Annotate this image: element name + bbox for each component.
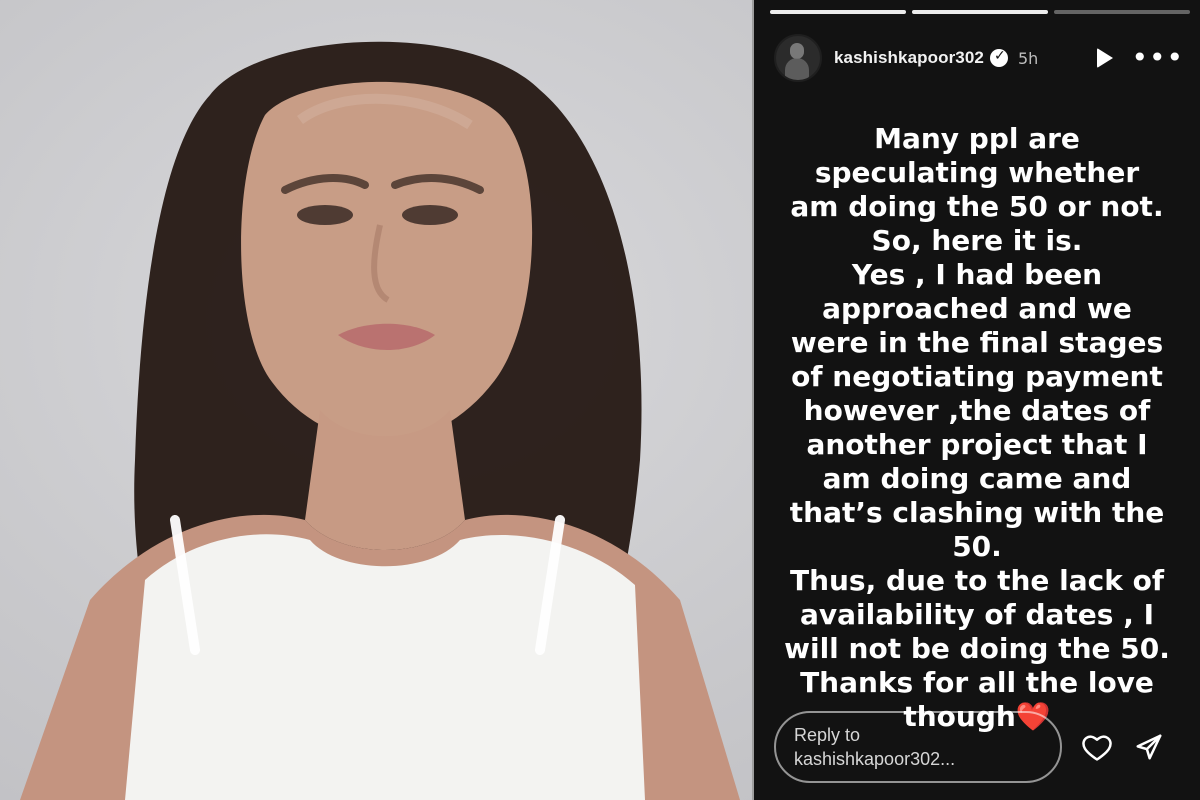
profile-avatar[interactable] (774, 34, 822, 82)
story-panel: kashishkapoor302 5h ••• Many ppl are spe… (754, 0, 1200, 800)
progress-segment-3 (1054, 10, 1190, 14)
story-footer: Reply to kashishkapoor302... (774, 710, 1184, 784)
like-button[interactable] (1080, 730, 1114, 764)
story-progress (770, 10, 1190, 14)
progress-segment-2 (912, 10, 1048, 14)
story-header: kashishkapoor302 5h ••• (774, 34, 1184, 82)
story-text: Many ppl are speculating whether am doin… (778, 88, 1176, 733)
username[interactable]: kashishkapoor302 (834, 48, 984, 68)
reply-input[interactable]: Reply to kashishkapoor302... (774, 711, 1062, 783)
portrait-illustration (20, 41, 740, 800)
send-icon (1136, 734, 1162, 760)
reply-placeholder-line2: kashishkapoor302... (794, 749, 956, 769)
story-message: Many ppl are speculating whether am doin… (784, 122, 1170, 733)
play-icon[interactable] (1097, 48, 1114, 68)
header-actions: ••• (1097, 44, 1184, 72)
send-button[interactable] (1132, 730, 1166, 764)
more-icon[interactable]: ••• (1131, 44, 1184, 72)
verified-badge-icon (989, 48, 1008, 67)
heart-icon (1082, 735, 1112, 761)
profile-photo (0, 0, 752, 800)
reply-placeholder-line1: Reply to (794, 725, 861, 745)
progress-segment-1 (770, 10, 906, 14)
user-meta: kashishkapoor302 5h (834, 48, 1038, 68)
post-time: 5h (1017, 48, 1039, 68)
screen: kashishkapoor302 5h ••• Many ppl are spe… (0, 0, 1200, 800)
